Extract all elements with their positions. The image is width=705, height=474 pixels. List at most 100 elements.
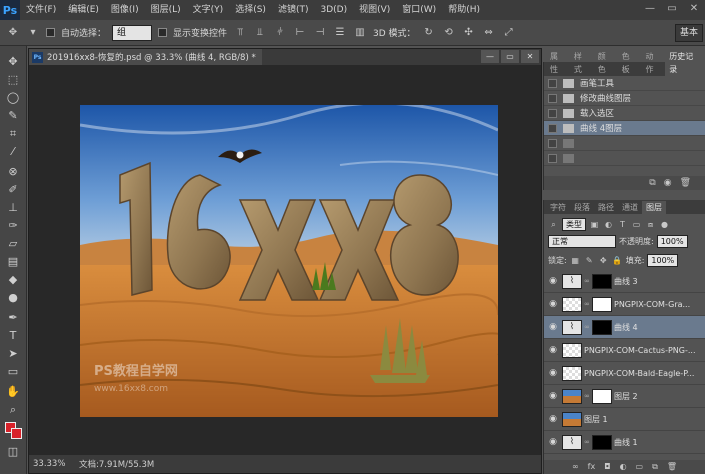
align-center-icon[interactable]: ⊣ [313, 26, 327, 40]
align-middle-icon[interactable]: ⫫ [253, 26, 267, 40]
align-left-icon[interactable]: ⊢ [293, 26, 307, 40]
eyedropper-tool-icon[interactable]: ⁄ [4, 144, 22, 160]
auto-select-dropdown[interactable]: 组 [112, 24, 153, 41]
layer-filter-dropdown[interactable]: 类型 [562, 217, 586, 231]
tab-layers[interactable]: 图层 [642, 201, 666, 214]
history-checkbox[interactable] [548, 93, 557, 103]
tab-color[interactable]: 颜色 [594, 50, 618, 76]
history-item-active[interactable]: 曲线 4图层 [544, 121, 705, 136]
history-item[interactable]: 修改曲线图层 [544, 91, 705, 106]
filter-adjustment-icon[interactable]: ◐ [603, 219, 614, 230]
layer-row[interactable]: ◉ PNGPIX-COM-Cactus-PNG-... [544, 339, 705, 362]
layer-row[interactable]: ◉ PNGPIX-COM-Bald-Eagle-P... [544, 362, 705, 385]
healing-brush-tool-icon[interactable]: ⊗ [4, 164, 22, 180]
visibility-eye-icon[interactable]: ◉ [544, 345, 562, 355]
move-tool-icon[interactable]: ✥ [6, 26, 20, 40]
lock-pixels-icon[interactable]: ✎ [584, 255, 595, 266]
3d-roll-icon[interactable]: ⟲ [442, 26, 456, 40]
history-item[interactable]: 载入选区 [544, 106, 705, 121]
menu-select[interactable]: 选择(S) [229, 0, 272, 20]
new-document-from-state-icon[interactable]: ⧉ [649, 176, 655, 190]
history-checkbox[interactable] [548, 78, 557, 88]
lasso-tool-icon[interactable]: ◯ [4, 90, 22, 106]
hand-tool-icon[interactable]: ✋ [4, 384, 22, 400]
layer-mask-thumbnail[interactable] [592, 434, 612, 450]
menu-file[interactable]: 文件(F) [20, 0, 62, 20]
clone-stamp-tool-icon[interactable]: ⊥ [4, 200, 22, 216]
zoom-level[interactable]: 33.33% [29, 459, 69, 469]
minimize-button[interactable]: — [639, 0, 661, 18]
auto-select-checkbox[interactable] [46, 28, 55, 37]
document-tab[interactable]: Ps 201916xx8-恢复的.psd @ 33.3% (曲线 4, RGB/… [29, 49, 262, 65]
doc-close-button[interactable]: ✕ [521, 50, 539, 63]
layer-mask-thumbnail[interactable] [592, 273, 612, 289]
visibility-eye-icon[interactable]: ◉ [544, 299, 562, 309]
maximize-button[interactable]: ▭ [661, 0, 683, 18]
layer-row-active[interactable]: ◉ ⌇ ∞ 曲线 4 [544, 316, 705, 339]
layer-mask-thumbnail[interactable] [592, 319, 612, 335]
history-checkbox[interactable] [548, 123, 557, 133]
trash-icon[interactable]: 🗑 [667, 460, 677, 474]
show-transform-checkbox[interactable] [158, 28, 168, 37]
adjustment-layer-icon[interactable]: ◐ [620, 460, 627, 474]
history-checkbox[interactable] [548, 108, 557, 118]
blend-mode-dropdown[interactable]: 正常 [548, 235, 616, 248]
visibility-eye-icon[interactable]: ◉ [544, 322, 562, 332]
align-top-icon[interactable]: ⫪ [233, 26, 247, 40]
doc-maximize-button[interactable]: ▭ [501, 50, 519, 63]
visibility-eye-icon[interactable]: ◉ [544, 437, 562, 447]
marquee-tool-icon[interactable]: ⬚ [4, 72, 22, 88]
history-brush-tool-icon[interactable]: ✑ [4, 218, 22, 234]
layer-row[interactable]: ◉ ∞ PNGPIX-COM-Gra... [544, 293, 705, 316]
doc-minimize-button[interactable]: — [481, 50, 499, 63]
layer-style-icon[interactable]: fx [588, 460, 596, 474]
dodge-tool-icon[interactable]: ● [4, 290, 22, 306]
gradient-tool-icon[interactable]: ▤ [4, 254, 22, 270]
quick-mask-icon[interactable]: ◫ [4, 444, 22, 460]
menu-help[interactable]: 帮助(H) [442, 0, 486, 20]
tab-character[interactable]: 字符 [546, 201, 570, 214]
tab-channels[interactable]: 通道 [618, 201, 642, 214]
document-info[interactable]: 文档:7.91M/55.3M [79, 458, 154, 470]
brush-tool-icon[interactable]: ✐ [4, 182, 22, 198]
layer-mask-thumbnail[interactable] [592, 388, 612, 404]
layer-row[interactable]: ◉ 图层 1 [544, 408, 705, 431]
menu-filter[interactable]: 滤镜(T) [272, 0, 315, 20]
eraser-tool-icon[interactable]: ▱ [4, 236, 22, 252]
quick-select-tool-icon[interactable]: ✎ [4, 108, 22, 124]
layer-mask-thumbnail[interactable] [592, 296, 612, 312]
camera-icon[interactable]: ◉ [664, 176, 672, 190]
dropdown-arrow-icon[interactable]: ▾ [26, 26, 40, 40]
close-button[interactable]: ✕ [683, 0, 705, 18]
background-color-swatch[interactable] [11, 428, 22, 439]
layer-row[interactable]: ◉ ⌇ ∞ 曲线 3 [544, 270, 705, 293]
tab-paragraph[interactable]: 段落 [570, 201, 594, 214]
lock-all-icon[interactable]: 🔒 [612, 255, 623, 266]
new-layer-icon[interactable]: ⧉ [652, 460, 658, 474]
3d-scale-icon[interactable]: ⤢ [502, 26, 516, 40]
distribute-icon[interactable]: ☰ [333, 26, 347, 40]
zoom-tool-icon[interactable]: ⌕ [4, 402, 22, 418]
tab-actions[interactable]: 动作 [641, 50, 665, 76]
menu-window[interactable]: 窗口(W) [396, 0, 442, 20]
history-item[interactable] [544, 136, 705, 151]
menu-type[interactable]: 文字(Y) [187, 0, 230, 20]
auto-align-icon[interactable]: ▥ [353, 26, 367, 40]
align-bottom-icon[interactable]: ⫩ [273, 26, 287, 40]
tab-swatches[interactable]: 色板 [618, 50, 642, 76]
filter-type-icon[interactable]: T [617, 219, 628, 230]
tab-styles[interactable]: 样式 [570, 50, 594, 76]
trash-icon[interactable]: 🗑 [680, 176, 691, 190]
visibility-eye-icon[interactable]: ◉ [544, 414, 562, 424]
shape-tool-icon[interactable]: ▭ [4, 364, 22, 380]
blur-tool-icon[interactable]: ◆ [4, 272, 22, 288]
menu-view[interactable]: 视图(V) [353, 0, 396, 20]
crop-tool-icon[interactable]: ⌗ [4, 126, 22, 142]
fill-input[interactable]: 100% [647, 254, 679, 267]
history-checkbox[interactable] [548, 153, 557, 163]
history-item[interactable]: 画笔工具 [544, 76, 705, 91]
filter-smart-object-icon[interactable]: ⧈ [645, 219, 656, 230]
menu-3d[interactable]: 3D(D) [314, 0, 353, 20]
workspace-switcher[interactable]: 基本 [674, 24, 703, 42]
tab-paths[interactable]: 路径 [594, 201, 618, 214]
